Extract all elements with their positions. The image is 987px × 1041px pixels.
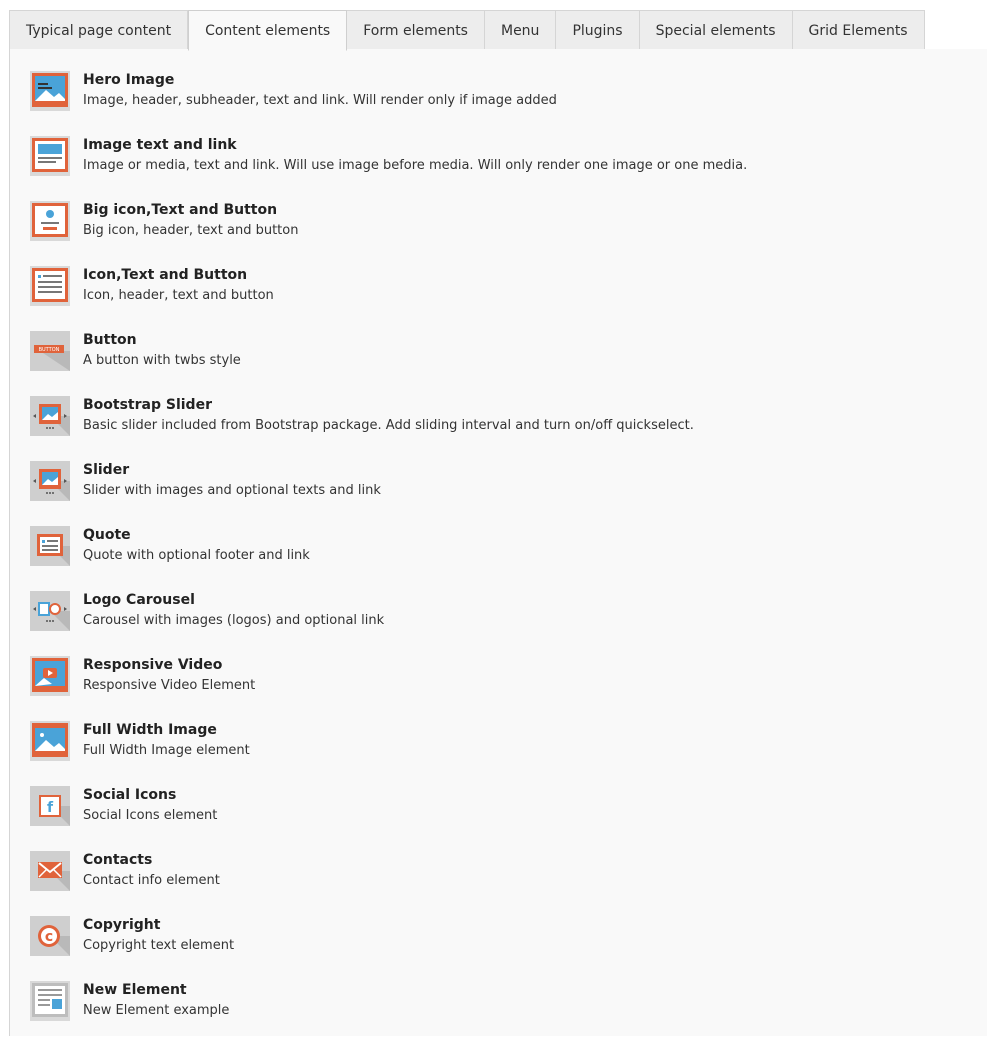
list-item-social-icons[interactable]: f Social Icons Social Icons element — [30, 786, 970, 846]
item-description: Carousel with images (logos) and optiona… — [83, 613, 385, 628]
list-item-button[interactable]: BUTTON Button A button with twbs style — [30, 331, 970, 391]
bootstrap-slider-icon — [30, 396, 70, 436]
item-title: Full Width Image — [83, 722, 217, 738]
item-title: Quote — [83, 527, 131, 543]
list-item-icon-text-button[interactable]: Icon,Text and Button Icon, header, text … — [30, 266, 970, 326]
item-title: Hero Image — [83, 72, 175, 88]
item-description: Contact info element — [83, 873, 220, 888]
list-item-big-icon-text-button[interactable]: Big icon,Text and Button Big icon, heade… — [30, 201, 970, 261]
item-description: Responsive Video Element — [83, 678, 256, 693]
item-description: Copyright text element — [83, 938, 235, 953]
list-item-responsive-video[interactable]: Responsive Video Responsive Video Elemen… — [30, 656, 970, 716]
item-description: Social Icons element — [83, 808, 218, 823]
item-description: Basic slider included from Bootstrap pac… — [83, 418, 694, 433]
contacts-icon — [30, 851, 70, 891]
item-description: Full Width Image element — [83, 743, 250, 758]
responsive-video-icon — [30, 656, 70, 696]
list-item-contacts[interactable]: Contacts Contact info element — [30, 851, 970, 911]
item-title: Big icon,Text and Button — [83, 202, 278, 218]
item-description: Slider with images and optional texts an… — [83, 483, 381, 498]
item-description: New Element example — [83, 1003, 230, 1018]
list-item-new-element[interactable]: New Element New Element example — [30, 981, 970, 1041]
tab-plugins[interactable]: Plugins — [556, 10, 640, 50]
item-title: Social Icons — [83, 787, 177, 803]
hero-image-icon — [30, 71, 70, 111]
icon-text-button-icon — [30, 266, 70, 306]
quote-icon — [30, 526, 70, 566]
item-title: Image text and link — [83, 137, 237, 153]
item-title: Contacts — [83, 852, 153, 868]
item-title: Responsive Video — [83, 657, 223, 673]
svg-text:c: c — [45, 929, 53, 945]
list-item-bootstrap-slider[interactable]: Bootstrap Slider Basic slider included f… — [30, 396, 970, 456]
item-title: Logo Carousel — [83, 592, 195, 608]
item-description: Image, header, subheader, text and link.… — [83, 93, 557, 108]
list-item-copyright[interactable]: c Copyright Copyright text element — [30, 916, 970, 976]
image-text-link-icon — [30, 136, 70, 176]
item-description: Image or media, text and link. Will use … — [83, 158, 748, 173]
item-title: New Element — [83, 982, 187, 998]
tab-typical-page-content[interactable]: Typical page content — [9, 10, 189, 50]
tab-bar: Typical page content Content elements Fo… — [9, 10, 987, 51]
full-width-image-icon — [30, 721, 70, 761]
svg-text:f: f — [47, 800, 54, 816]
item-title: Bootstrap Slider — [83, 397, 212, 413]
list-item-hero-image[interactable]: Hero Image Image, header, subheader, tex… — [30, 71, 970, 131]
item-description: Icon, header, text and button — [83, 288, 274, 303]
list-item-full-width-image[interactable]: Full Width Image Full Width Image elemen… — [30, 721, 970, 781]
slider-icon — [30, 461, 70, 501]
list-item-logo-carousel[interactable]: Logo Carousel Carousel with images (logo… — [30, 591, 970, 651]
new-element-icon — [30, 981, 70, 1021]
item-description: Big icon, header, text and button — [83, 223, 299, 238]
list-item-quote[interactable]: Quote Quote with optional footer and lin… — [30, 526, 970, 586]
list-item-slider[interactable]: Slider Slider with images and optional t… — [30, 461, 970, 521]
svg-text:BUTTON: BUTTON — [39, 347, 60, 353]
item-title: Slider — [83, 462, 130, 478]
tab-form-elements[interactable]: Form elements — [347, 10, 485, 50]
big-icon-text-button-icon — [30, 201, 70, 241]
social-icons-icon: f — [30, 786, 70, 826]
copyright-icon: c — [30, 916, 70, 956]
logo-carousel-icon — [30, 591, 70, 631]
item-title: Icon,Text and Button — [83, 267, 248, 283]
item-title: Button — [83, 332, 137, 348]
button-icon: BUTTON — [30, 331, 70, 371]
list-item-image-text-link[interactable]: Image text and link Image or media, text… — [30, 136, 970, 196]
content-elements-panel: Hero Image Image, header, subheader, tex… — [9, 49, 987, 1036]
item-description: A button with twbs style — [83, 353, 241, 368]
tab-grid-elements[interactable]: Grid Elements — [792, 10, 925, 50]
tab-content-elements[interactable]: Content elements — [188, 10, 348, 51]
item-title: Copyright — [83, 917, 161, 933]
tab-special-elements[interactable]: Special elements — [639, 10, 793, 50]
tab-menu[interactable]: Menu — [484, 10, 557, 50]
item-description: Quote with optional footer and link — [83, 548, 310, 563]
